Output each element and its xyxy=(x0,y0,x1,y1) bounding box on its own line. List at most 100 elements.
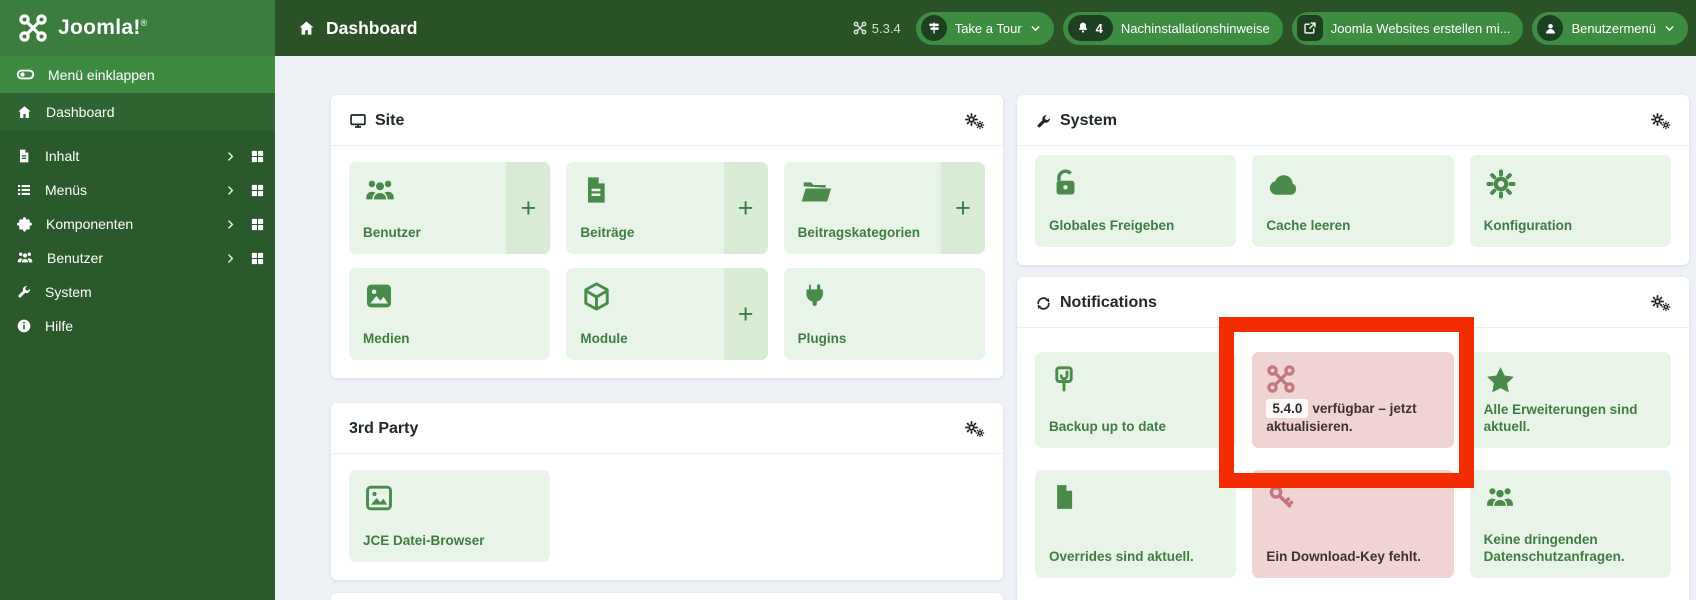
sidebar-item-hilfe[interactable]: Hilfe xyxy=(0,309,275,343)
version-badge: 5.4.0 xyxy=(1266,398,1309,419)
card-title: System xyxy=(1060,112,1117,129)
refresh-icon xyxy=(1035,295,1052,312)
article-icon xyxy=(580,174,612,206)
system-card: System Globales Freigeben Cache leeren K… xyxy=(1017,95,1689,265)
chevron-right-icon[interactable] xyxy=(224,150,237,163)
sidebar: Menü einklappen Dashboard Inhalt Menüs K… xyxy=(0,56,275,600)
tile-medien[interactable]: Medien xyxy=(349,268,551,360)
sidebar-item-benutzer[interactable]: Benutzer xyxy=(0,241,275,275)
tile-label: JCE Datei-Browser xyxy=(363,533,485,549)
list-icon xyxy=(16,182,32,198)
page-title: Dashboard xyxy=(326,17,418,38)
post-installation-messages-button[interactable]: 4 Nachinstallationshinweise xyxy=(1062,11,1283,45)
card-title: 3rd Party xyxy=(349,420,419,437)
module-settings-icon[interactable] xyxy=(964,420,985,438)
tile-privacy-requests[interactable]: Keine dringenden Datenschutzanfragen. xyxy=(1469,470,1671,578)
system-tiles: Globales Freigeben Cache leeren Konfigur… xyxy=(1017,146,1689,265)
sidebar-item-komponenten[interactable]: Komponenten xyxy=(0,207,275,241)
module-settings-icon[interactable] xyxy=(964,112,985,130)
sidebar-item-label: System xyxy=(45,284,92,300)
module-settings-icon[interactable] xyxy=(1650,294,1671,312)
tile-joomla-update-available[interactable]: 5.4.0 verfügbar – jetzt aktualisieren. xyxy=(1252,352,1454,448)
tile-beitragskategorien[interactable]: Beitragskategorien + xyxy=(783,162,985,254)
sidebar-item-dashboard[interactable]: Dashboard xyxy=(0,93,275,131)
tile-label: Plugins xyxy=(797,331,847,347)
document-icon xyxy=(16,148,32,164)
image-icon xyxy=(363,482,395,514)
site-card: Site Benutzer + Beiträge + Beitragskateg… xyxy=(331,95,1003,378)
add-module-button[interactable]: + xyxy=(723,268,768,360)
notifications-card-header: Notifications xyxy=(1017,277,1689,328)
unlock-icon xyxy=(1049,167,1082,200)
tile-label: Overrides sind aktuell. xyxy=(1049,549,1194,565)
take-a-tour-button[interactable]: Take a Tour xyxy=(915,11,1054,45)
notification-tiles: Backup up to date 5.4.0 verfügbar – jetzt… xyxy=(1017,328,1689,596)
topbar: Joomla!® Dashboard 5.3.4 Take a Tour 4 N… xyxy=(0,0,1696,56)
sidebar-item-system[interactable]: System xyxy=(0,275,275,309)
tile-overrides-status[interactable]: Overrides sind aktuell. xyxy=(1035,470,1237,578)
user-menu-button[interactable]: Benutzermenü xyxy=(1532,11,1688,45)
home-icon xyxy=(16,104,33,121)
site-tiles: Benutzer + Beiträge + Beitragskategorien… xyxy=(331,146,1003,378)
chevron-right-icon[interactable] xyxy=(224,252,237,265)
tile-label: Keine dringenden Datenschutzanfragen. xyxy=(1483,531,1625,565)
grid-icon[interactable] xyxy=(250,217,265,232)
page-head: Dashboard xyxy=(297,18,417,39)
plug-icon xyxy=(798,280,830,312)
tile-backup-status[interactable]: Backup up to date xyxy=(1035,352,1237,448)
card-title: Site xyxy=(375,112,405,129)
grid-icon[interactable] xyxy=(250,251,265,266)
third-party-card-header: 3rd Party xyxy=(331,403,1003,454)
home-icon xyxy=(297,19,316,38)
user-circle-icon xyxy=(1537,15,1564,41)
site-card-header: Site xyxy=(331,95,1003,146)
sidebar-item-label: Inhalt xyxy=(45,148,80,164)
tile-konfiguration[interactable]: Konfiguration xyxy=(1469,155,1671,247)
users-icon xyxy=(1484,482,1516,514)
tile-plugins[interactable]: Plugins xyxy=(783,268,985,360)
sidebar-item-label: Benutzer xyxy=(47,250,104,266)
joomla-brand[interactable]: Joomla!® xyxy=(0,0,275,56)
sidebar-menu: Inhalt Menüs Komponenten Benutzer System… xyxy=(0,131,275,343)
tile-label: Konfiguration xyxy=(1483,218,1573,234)
sidebar-item-inhalt[interactable]: Inhalt xyxy=(0,139,275,173)
grid-icon[interactable] xyxy=(250,183,265,198)
sidebar-item-menus[interactable]: Menüs xyxy=(0,173,275,207)
system-card-header: System xyxy=(1017,95,1689,146)
topbar-actions: 5.3.4 Take a Tour 4 Nachinstallationshin… xyxy=(853,11,1696,45)
sidebar-item-label: Komponenten xyxy=(46,216,134,232)
tile-extensions-status[interactable]: Alle Erweiterungen sind aktuell. xyxy=(1469,352,1671,448)
file-icon xyxy=(1049,482,1079,512)
brand-name: Joomla!® xyxy=(58,16,148,39)
backup-icon xyxy=(1049,364,1079,394)
joomla-icon xyxy=(1266,364,1296,394)
tile-beitraege[interactable]: Beiträge + xyxy=(566,162,768,254)
joomla-websites-link-button[interactable]: Joomla Websites erstellen mi... xyxy=(1291,11,1524,45)
add-article-button[interactable]: + xyxy=(723,162,768,254)
info-icon xyxy=(16,318,32,334)
folder-open-icon xyxy=(798,174,832,208)
joomla-admin-dashboard: Joomla!® Dashboard 5.3.4 Take a Tour 4 N… xyxy=(0,0,1696,600)
next-card-partial xyxy=(331,593,1003,600)
tile-label: Backup up to date xyxy=(1049,419,1167,435)
tile-module[interactable]: Module + xyxy=(566,268,768,360)
module-settings-icon[interactable] xyxy=(1650,112,1671,130)
tile-globales-freigeben[interactable]: Globales Freigeben xyxy=(1035,155,1237,247)
tile-jce-datei-browser[interactable]: JCE Datei-Browser xyxy=(349,470,551,562)
notifications-card: Notifications Backup up to date 5.4.0 ver… xyxy=(1017,277,1689,600)
cloud-icon xyxy=(1266,167,1302,203)
tile-download-key-missing[interactable]: Ein Download-Key fehlt. xyxy=(1252,470,1454,578)
tile-label: Alle Erweiterungen sind aktuell. xyxy=(1483,401,1638,435)
chevron-right-icon[interactable] xyxy=(224,184,237,197)
tile-benutzer[interactable]: Benutzer + xyxy=(349,162,551,254)
chevron-right-icon[interactable] xyxy=(224,218,237,231)
notification-count-badge: 4 xyxy=(1067,15,1113,41)
grid-icon[interactable] xyxy=(250,149,265,164)
add-category-button[interactable]: + xyxy=(940,162,985,254)
joomla-mini-icon xyxy=(853,21,867,35)
add-user-button[interactable]: + xyxy=(506,162,551,254)
key-icon xyxy=(1266,482,1296,512)
sidebar-item-menu-collapse[interactable]: Menü einklappen xyxy=(0,56,275,93)
sidebar-item-label: Dashboard xyxy=(46,104,115,120)
tile-cache-leeren[interactable]: Cache leeren xyxy=(1252,155,1454,247)
